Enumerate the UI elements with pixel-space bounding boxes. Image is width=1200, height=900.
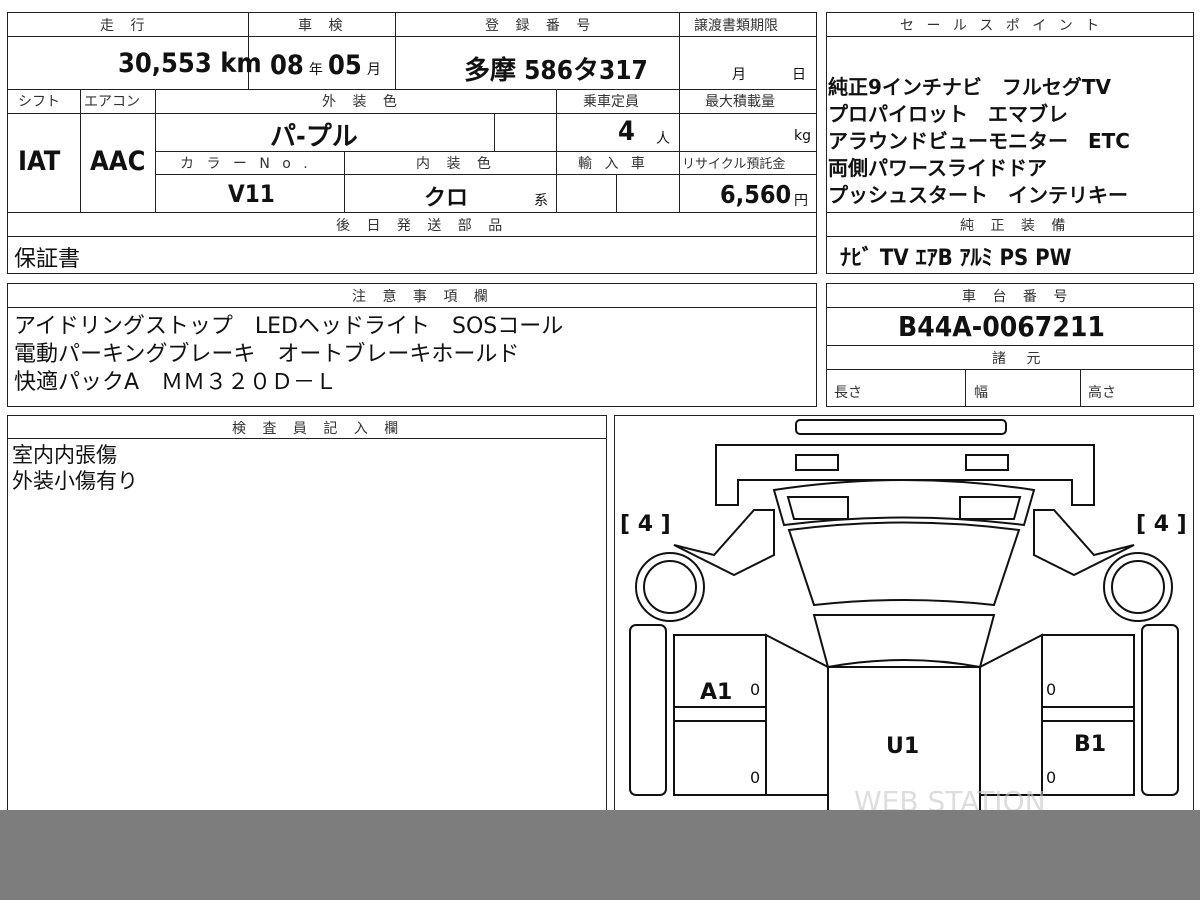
exterior-color-header: 外 装 色 [322, 94, 403, 110]
specs-header: 諸 元 [992, 351, 1049, 367]
capacity-unit: 人 [656, 131, 670, 147]
recycle-value: 6,560 [720, 180, 792, 209]
sales-points-lines: 純正9インチナビ フルセグTV プロパイロット エマブレ アラウンドビューモニタ… [828, 74, 1130, 209]
sales-point-line: プロパイロット エマブレ [828, 102, 1068, 126]
later-parts-value: 保証書 [14, 247, 81, 272]
capacity-header: 乗車定員 [583, 94, 639, 110]
sales-point-line: 純正9インチナビ フルセグTV [828, 75, 1112, 99]
interior-color-value: クロ [424, 186, 469, 211]
mark-u1: U1 [886, 734, 919, 759]
interior-color-suffix: 系 [534, 193, 548, 209]
small-zero: 0 [750, 768, 760, 787]
mark-a1: A1 [700, 680, 732, 705]
sales-point-line: アラウンドビューモニター ETC [828, 129, 1130, 153]
car-diagram: [ 4 ] [ 4 ] A1 U1 B1 0 0 0 0 WEB STATION [620, 419, 1187, 815]
registration-header: 登 録 番 号 [485, 18, 597, 34]
transfer-deadline-header: 譲渡書類期限 [694, 18, 778, 34]
aircon-value: AAC [90, 146, 146, 177]
inspection-value: 08 年 05 月 [270, 50, 381, 81]
odometer-value: 30,553 km [118, 48, 262, 79]
transfer-day-unit: 日 [792, 67, 806, 83]
transfer-month-unit: 月 [732, 67, 746, 83]
notes-lines: アイドリングストップ LEDヘッドライト SOSコール 電動パーキングブレーキ … [14, 313, 563, 397]
notes-line: 電動パーキングブレーキ オートブレーキホールド [14, 342, 520, 367]
left-tire-label: [ 4 ] [620, 512, 671, 537]
inspector-line: 室内内張傷 [12, 443, 117, 467]
small-zero: 0 [1046, 768, 1056, 787]
spec-length-label: 長さ [834, 385, 862, 401]
notes-line: 快適パックA ＭＭ３２０Ｄ－Ｌ [14, 370, 338, 395]
inspection-year-unit: 年 [308, 62, 323, 78]
small-zero: 0 [750, 680, 760, 699]
max-load-unit: kg [794, 128, 811, 144]
sales-point-line: 両側パワースライドドア [828, 156, 1047, 180]
spec-width-label: 幅 [974, 385, 988, 401]
chassis-number: B44A-0067211 [898, 310, 1105, 343]
inspection-month: 05 [328, 50, 362, 81]
inspector-line: 外装小傷有り [12, 469, 138, 493]
shift-header: シフト [18, 94, 60, 110]
registration-number: 多摩 586タ317 [464, 56, 648, 86]
shift-value: IAT [18, 146, 61, 177]
genuine-equipment-value: ﾅﾋﾞ TV ｴｱB ｱﾙﾐ PS PW [840, 246, 1072, 271]
inspector-header: 検 査 員 記 入 欄 [232, 421, 405, 437]
odometer-unit: km [220, 48, 262, 79]
bottom-overlay [0, 810, 1200, 900]
recycle-header: リサイクル預託金 [682, 157, 786, 172]
sales-point-line: プッシュスタート インテリキー [828, 183, 1128, 207]
genuine-equipment-header: 純 正 装 備 [960, 218, 1072, 234]
notes-header: 注 意 事 項 欄 [352, 289, 494, 305]
odometer-number: 30,553 [118, 48, 212, 79]
exterior-color-value: パ-プル [270, 122, 358, 152]
color-no-header: カ ラ ー N o . [180, 156, 312, 172]
chassis-header: 車 台 番 号 [962, 289, 1074, 305]
right-tire-label: [ 4 ] [1136, 512, 1187, 537]
max-load-header: 最大積載量 [705, 94, 775, 110]
interior-color-header: 内 装 色 [416, 156, 497, 172]
later-parts-header: 後 日 発 送 部 品 [336, 218, 509, 234]
notes-line: アイドリングストップ LEDヘッドライト SOSコール [14, 314, 564, 339]
aircon-header: エアコン [84, 94, 140, 110]
inspection-month-unit: 月 [366, 62, 381, 78]
odometer-header: 走 行 [100, 18, 151, 34]
inspection-year: 08 [270, 50, 304, 81]
inspector-lines: 室内内張傷 外装小傷有り [12, 442, 138, 494]
sales-points-header: セ ー ル ス ポ イ ン ト [900, 18, 1104, 34]
small-zero: 0 [1046, 680, 1056, 699]
color-no-value: V11 [228, 180, 275, 208]
mark-b1: B1 [1074, 732, 1106, 757]
capacity-value: 4 [618, 116, 635, 147]
inspection-header: 車 検 [298, 18, 349, 34]
recycle-unit: 円 [794, 193, 808, 209]
spec-height-label: 高さ [1088, 385, 1116, 401]
import-header: 輸 入 車 [578, 156, 649, 172]
